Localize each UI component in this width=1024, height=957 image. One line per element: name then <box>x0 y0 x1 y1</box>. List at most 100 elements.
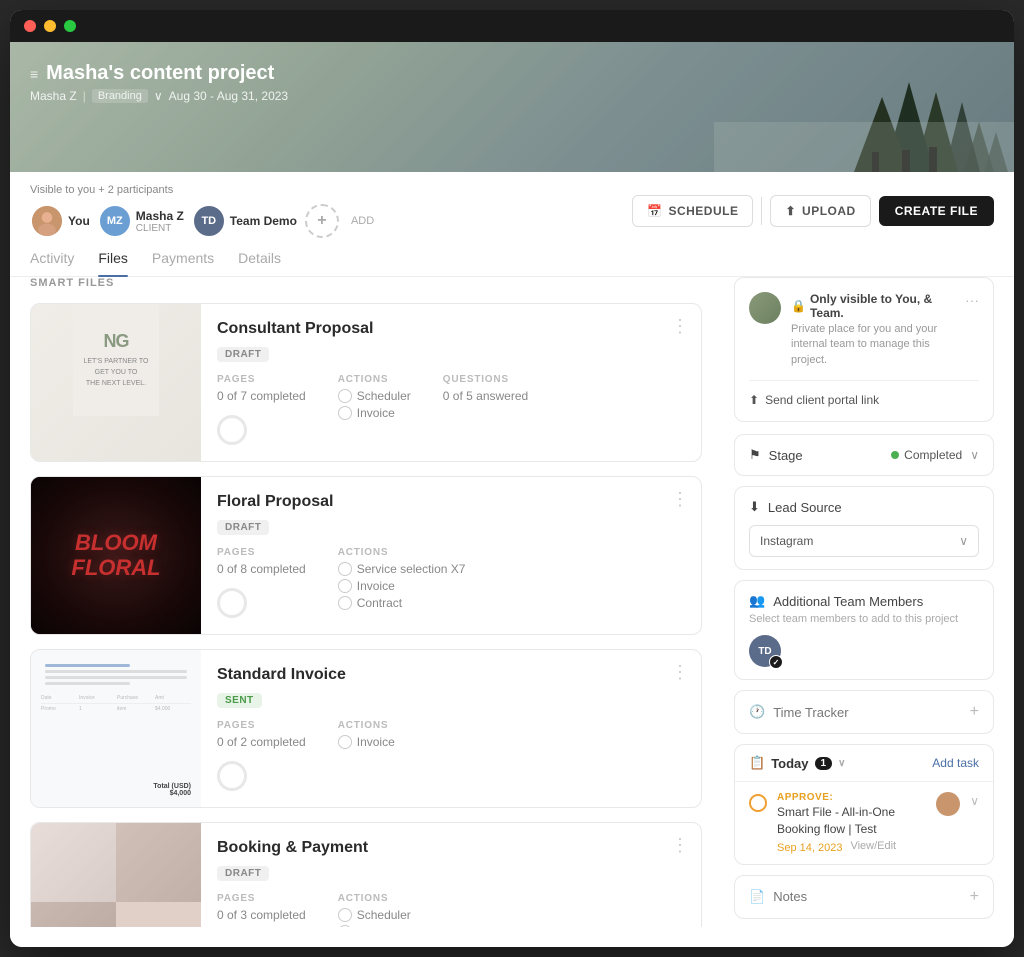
booking-mosaic: LET'S SCHEDULEYOUR FIRSTSESSION. <box>31 823 201 927</box>
check-icon <box>338 579 352 593</box>
send-link-label: Send client portal link <box>765 393 879 407</box>
task-view-edit-link[interactable]: View/Edit <box>850 840 896 852</box>
file-menu-consultant[interactable]: ⋮ <box>659 304 701 461</box>
banner-trees-icon <box>714 42 1014 172</box>
today-label: Today <box>771 756 808 771</box>
add-note-icon[interactable]: + <box>970 888 979 906</box>
avatar-mz[interactable]: MZ <box>98 204 132 238</box>
stage-value: Completed <box>904 448 962 462</box>
actions-list-invoice: Invoice <box>338 735 395 749</box>
dropdown-icon: ∨ <box>154 89 163 103</box>
consultant-logo: NG <box>103 331 128 352</box>
create-file-button[interactable]: CREATE FILE <box>879 196 994 226</box>
tab-details[interactable]: Details <box>238 250 281 276</box>
stat-questions-consultant: QUESTIONS 0 of 5 answered <box>443 374 528 445</box>
main-area: SMART FILES NG LET'S PARTNER TOGET YOU T… <box>10 277 1014 947</box>
app-window: ≡ Masha's content project Masha Z | Bran… <box>10 10 1014 947</box>
thumb-consultant: NG LET'S PARTNER TOGET YOU TOTHE NEXT LE… <box>31 304 201 461</box>
stat-actions-floral: ACTIONS Service selection X7 <box>338 547 466 618</box>
upload-icon: ⬆ <box>785 204 796 218</box>
invoice-lines <box>41 660 191 689</box>
app-content: ≡ Masha's content project Masha Z | Bran… <box>10 42 1014 947</box>
lead-source-value: Instagram <box>760 534 813 548</box>
stage-badge: Completed <box>891 448 962 462</box>
avatar-td[interactable]: TD <box>192 204 226 238</box>
send-link-button[interactable]: ⬆ Send client portal link <box>749 380 979 407</box>
private-menu-icon[interactable]: ··· <box>965 292 979 308</box>
stat-actions-booking: ACTIONS Scheduler Invoice <box>338 893 411 927</box>
team-section: 👥 Additional Team Members Select team me… <box>734 580 994 680</box>
project-banner: ≡ Masha's content project Masha Z | Bran… <box>10 42 1014 172</box>
time-tracker-label: Time Tracker <box>773 705 848 720</box>
section-title: SMART FILES <box>30 277 702 289</box>
task-assignee-avatar <box>936 792 960 816</box>
file-menu-floral[interactable]: ⋮ <box>659 477 701 634</box>
check-icon <box>338 389 352 403</box>
add-time-tracker-icon[interactable]: + <box>970 703 979 721</box>
tab-payments[interactable]: Payments <box>152 250 214 276</box>
project-owner: Masha Z <box>30 89 77 103</box>
file-title-invoice: Standard Invoice <box>217 666 643 684</box>
hamburger-icon: ≡ <box>30 66 38 82</box>
project-meta: Masha Z | Branding ∨ Aug 30 - Aug 31, 20… <box>30 89 288 103</box>
right-sidebar: 🔒 Only visible to You, & Team. Private p… <box>734 277 994 927</box>
file-menu-booking[interactable]: ⋮ <box>659 823 701 927</box>
add-participant-button[interactable]: + <box>305 204 339 238</box>
stat-pages-floral: PAGES 0 of 8 completed <box>217 547 306 618</box>
mz-initials: MZ <box>107 215 123 227</box>
add-label: ADD <box>351 215 374 227</box>
three-dots-icon[interactable]: ⋮ <box>671 489 689 510</box>
floral-logo: BLOOMFLORAL <box>31 477 201 634</box>
upload-label: UPLOAD <box>802 204 856 218</box>
pages-value-invoice: 0 of 2 completed <box>217 735 306 749</box>
private-text: 🔒 Only visible to You, & Team. Private p… <box>791 292 965 368</box>
file-stats-consultant: PAGES 0 of 7 completed ACTIONS <box>217 374 643 445</box>
avatar-you[interactable] <box>30 204 64 238</box>
three-dots-icon[interactable]: ⋮ <box>671 835 689 856</box>
add-task-button[interactable]: Add task <box>932 756 979 770</box>
pages-label-consultant: PAGES <box>217 374 306 385</box>
pages-value-floral: 0 of 8 completed <box>217 562 306 576</box>
actions-label-consultant: ACTIONS <box>338 374 411 385</box>
td-label: Team Demo <box>230 214 297 228</box>
project-header: ≡ Masha's content project Masha Z | Bran… <box>30 62 288 103</box>
lead-source-section: ⬇ Lead Source Instagram ∨ <box>734 486 994 570</box>
file-card-floral: BLOOMFLORAL Floral Proposal DRAFT PAGES … <box>30 476 702 635</box>
download-icon: ⬇ <box>749 499 760 515</box>
stage-label: ⚑ Stage <box>749 447 803 463</box>
action-label: Invoice <box>357 579 395 593</box>
action-label: Scheduler <box>357 389 411 403</box>
file-badge-invoice: SENT <box>217 693 262 708</box>
calendar-icon: 📋 <box>749 755 765 771</box>
tab-files[interactable]: Files <box>98 250 128 276</box>
stat-pages-consultant: PAGES 0 of 7 completed <box>217 374 306 445</box>
mz-role: CLIENT <box>136 223 184 234</box>
three-dots-icon[interactable]: ⋮ <box>671 662 689 683</box>
notes-section: 📄 Notes + <box>734 875 994 919</box>
project-dates: Aug 30 - Aug 31, 2023 <box>169 89 288 103</box>
file-info-invoice: Standard Invoice SENT PAGES 0 of 2 compl… <box>201 650 659 807</box>
tab-activity[interactable]: Activity <box>30 250 74 276</box>
close-dot[interactable] <box>24 20 36 32</box>
file-badge-floral: DRAFT <box>217 520 269 535</box>
maximize-dot[interactable] <box>64 20 76 32</box>
progress-ring-floral <box>217 588 247 618</box>
action-label: Service selection X7 <box>357 562 466 576</box>
three-dots-icon[interactable]: ⋮ <box>671 316 689 337</box>
lead-source-select[interactable]: Instagram ∨ <box>749 525 979 557</box>
private-info: 🔒 Only visible to You, & Team. Private p… <box>749 292 965 368</box>
chevron-down-icon: ∨ <box>838 758 845 769</box>
file-title-floral: Floral Proposal <box>217 493 643 511</box>
task-label: APPROVE: <box>777 792 926 803</box>
task-circle <box>749 794 767 812</box>
minimize-dot[interactable] <box>44 20 56 32</box>
send-icon: ⬆ <box>749 393 759 407</box>
upload-button[interactable]: ⬆ UPLOAD <box>770 195 870 227</box>
team-label: Additional Team Members <box>773 594 923 609</box>
private-header: 🔒 Only visible to You, & Team. Private p… <box>749 292 979 368</box>
check-icon <box>338 406 352 420</box>
task-title: Smart File - All-in-One Booking flow | T… <box>777 804 926 838</box>
file-menu-invoice[interactable]: ⋮ <box>659 650 701 807</box>
avatar-group: You MZ Masha Z CLIENT TD <box>30 204 374 238</box>
schedule-button[interactable]: 📅 SCHEDULE <box>632 195 753 227</box>
